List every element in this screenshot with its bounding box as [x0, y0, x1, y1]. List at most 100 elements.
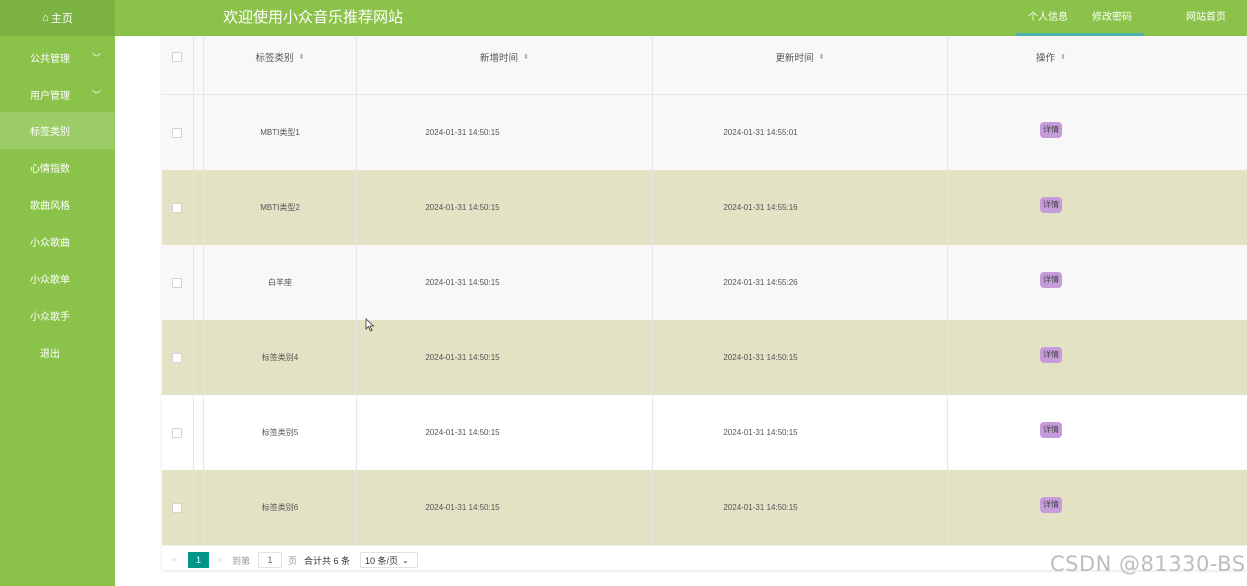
prev-page-button[interactable]: < [172, 552, 177, 568]
table-row: 标签类别6 2024-01-31 14:50:15 2024-01-31 14:… [162, 470, 1247, 545]
detail-button[interactable]: 详情 [1040, 422, 1062, 438]
top-header: ⌂ 主页 欢迎使用小众音乐推荐网站 个人信息 修改密码 网站首页 [0, 0, 1247, 36]
sidebar: 公共管理 ﹀ 用户管理 ﹀ 标签类别 心情指数 歌曲风格 小众歌曲 小众歌单 小… [0, 36, 115, 586]
page-size-select[interactable]: 10 条/页 ⌄ [360, 552, 418, 568]
column-header-label: 新增时间 [480, 53, 519, 64]
column-header-label: 更新时间 [775, 53, 814, 64]
sort-icon: ⬍ [523, 54, 529, 61]
row-checkbox[interactable] [172, 127, 182, 138]
cell-updated: 2024-01-31 14:55:01 [723, 128, 798, 137]
sidebar-item-niche-songs[interactable]: 小众歌曲 [0, 223, 115, 260]
row-checkbox[interactable] [172, 277, 182, 288]
column-divider [203, 36, 204, 545]
sidebar-item-label: 小众歌曲 [30, 238, 70, 249]
cell-updated: 2024-01-31 14:50:15 [723, 353, 798, 362]
cell-created: 2024-01-31 14:50:15 [425, 203, 500, 212]
page-size-value: 10 条/页 [365, 555, 399, 566]
row-select-cell [162, 320, 192, 395]
cell-created: 2024-01-31 14:50:15 [425, 278, 500, 287]
detail-button[interactable]: 详情 [1040, 122, 1062, 138]
page-unit-label: 页 [288, 555, 298, 566]
current-page-button[interactable]: 1 [188, 552, 209, 568]
column-header-created[interactable]: 新增时间 ⬍ [357, 36, 652, 78]
cell-category: 白羊座 [268, 278, 292, 287]
home-link[interactable]: ⌂ 主页 [0, 0, 115, 36]
row-checkbox[interactable] [172, 502, 182, 513]
sidebar-item-label: 小众歌手 [30, 312, 70, 323]
row-select-cell [162, 395, 192, 470]
watermark: CSDN @81330-BS [1050, 552, 1246, 576]
sidebar-item-user-management[interactable]: 用户管理 ﹀ [0, 76, 115, 113]
cell-updated: 2024-01-31 14:55:26 [723, 278, 798, 287]
cell-action: 详情 [948, 245, 1154, 315]
column-divider [652, 36, 653, 545]
mouse-cursor-icon [365, 318, 375, 332]
sidebar-item-label: 标签类别 [30, 127, 70, 138]
home-icon: ⌂ [42, 12, 49, 24]
site-title: 欢迎使用小众音乐推荐网站 [223, 9, 404, 26]
column-header-updated[interactable]: 更新时间 ⬍ [652, 36, 948, 78]
sidebar-item-niche-singers[interactable]: 小众歌手 [0, 297, 115, 334]
cell-category: MBTI类型1 [260, 128, 300, 137]
sidebar-item-label: 公共管理 [30, 54, 70, 65]
select-all-cell [162, 36, 192, 78]
select-all-checkbox[interactable] [172, 52, 182, 62]
table-row: 标签类别4 2024-01-31 14:50:15 2024-01-31 14:… [162, 320, 1247, 395]
table-header: 标签类别 ⬍ 新增时间 ⬍ 更新时间 ⬍ 操作 ⬍ [162, 36, 1247, 95]
cell-created: 2024-01-31 14:50:15 [425, 503, 500, 512]
row-checkbox[interactable] [172, 427, 182, 438]
chevron-down-icon: ﹀ [92, 90, 102, 100]
table-row: MBTI类型1 2024-01-31 14:50:15 2024-01-31 1… [162, 95, 1247, 170]
detail-button[interactable]: 详情 [1040, 497, 1062, 513]
sidebar-item-public-management[interactable]: 公共管理 ﹀ [0, 39, 115, 76]
cell-updated: 2024-01-31 14:55:16 [723, 203, 798, 212]
sidebar-item-song-style[interactable]: 歌曲风格 [0, 186, 115, 223]
row-select-cell [162, 245, 192, 320]
sidebar-item-label: 歌曲风格 [30, 201, 70, 212]
sort-icon: ⬍ [1060, 54, 1066, 61]
sidebar-item-label: 小众歌单 [30, 275, 70, 286]
cell-updated: 2024-01-31 14:50:15 [723, 428, 798, 437]
column-divider [193, 36, 194, 545]
cell-created: 2024-01-31 14:50:15 [425, 128, 500, 137]
cell-created: 2024-01-31 14:50:15 [425, 428, 500, 437]
row-select-cell [162, 95, 192, 170]
sidebar-item-label: 退出 [40, 349, 60, 360]
next-page-button[interactable]: > [217, 552, 222, 568]
sidebar-item-label: 心情指数 [30, 164, 70, 175]
cell-action: 详情 [948, 320, 1154, 390]
column-header-category[interactable]: 标签类别 ⬍ [204, 36, 356, 78]
row-checkbox[interactable] [172, 202, 182, 213]
detail-button[interactable]: 详情 [1040, 197, 1062, 213]
detail-button[interactable]: 详情 [1040, 347, 1062, 363]
column-divider [356, 36, 357, 545]
sort-icon: ⬍ [298, 54, 305, 61]
sidebar-item-mood-index[interactable]: 心情指数 [0, 149, 115, 186]
table-row: 白羊座 2024-01-31 14:50:15 2024-01-31 14:55… [162, 245, 1247, 320]
site-home-link[interactable]: 网站首页 [1172, 0, 1240, 36]
column-header-action[interactable]: 操作 ⬍ [948, 36, 1154, 78]
sidebar-item-tag-category[interactable]: 标签类别 [0, 112, 115, 149]
chevron-down-icon: ﹀ [92, 53, 102, 63]
sort-icon: ⬍ [818, 54, 825, 61]
column-header-label: 标签类别 [255, 53, 294, 64]
sidebar-item-label: 用户管理 [30, 91, 70, 102]
row-select-cell [162, 470, 192, 545]
table-row: MBTI类型2 2024-01-31 14:50:15 2024-01-31 1… [162, 170, 1247, 245]
sidebar-item-logout[interactable]: 退出 [0, 334, 115, 371]
home-label: 主页 [50, 13, 73, 25]
cell-category: MBTI类型2 [260, 203, 300, 212]
sidebar-item-niche-playlists[interactable]: 小众歌单 [0, 260, 115, 297]
change-password-link[interactable]: 修改密码 [1080, 0, 1144, 36]
cell-action: 详情 [948, 95, 1154, 165]
detail-button[interactable]: 详情 [1040, 272, 1062, 288]
cell-action: 详情 [948, 170, 1154, 240]
cell-category: 标签类别4 [261, 353, 299, 362]
cell-created: 2024-01-31 14:50:15 [425, 353, 500, 362]
profile-link[interactable]: 个人信息 [1016, 0, 1080, 36]
cell-category: 标签类别5 [261, 428, 299, 437]
chevron-down-icon: ⌄ [402, 555, 409, 565]
goto-page-input[interactable]: 1 [258, 552, 282, 568]
column-header-label: 操作 [1036, 53, 1056, 64]
row-checkbox[interactable] [172, 352, 182, 363]
